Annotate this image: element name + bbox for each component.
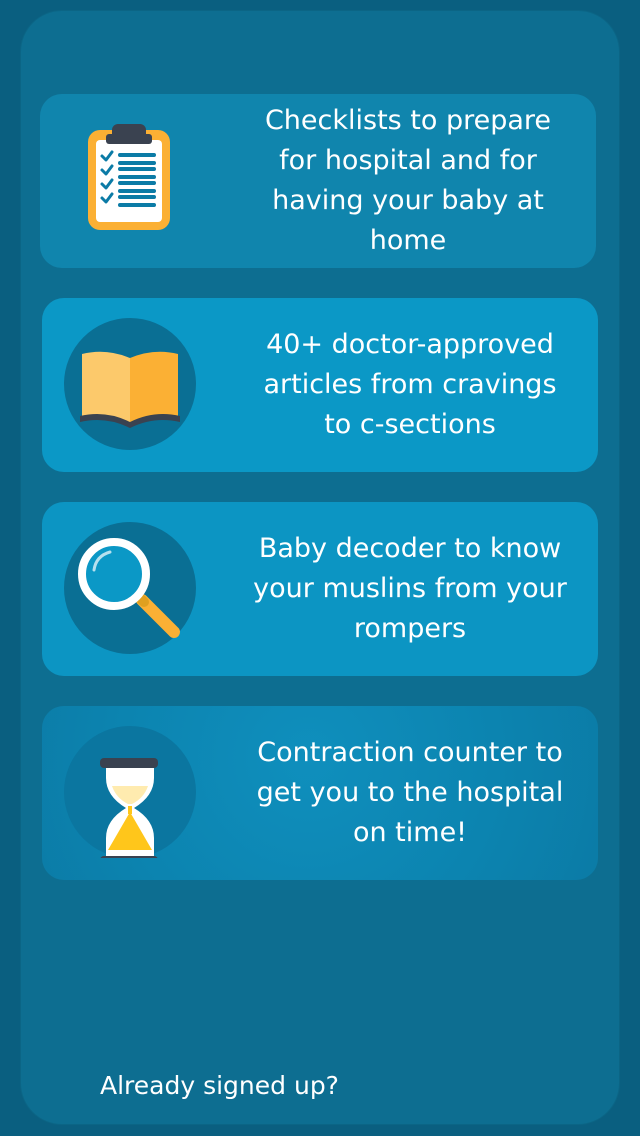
feature-text: Baby decoder to know your muslins from y… (253, 533, 567, 644)
magnifying-glass-icon (64, 522, 196, 654)
open-book-icon (64, 318, 196, 450)
feature-text: Checklists to prepare for hospital and f… (264, 105, 552, 256)
feature-card-contraction-counter: Contraction counter to get you to the ho… (42, 706, 598, 880)
feature-card-articles: 40+ doctor-approved articles from cravin… (42, 298, 598, 472)
hourglass-icon (64, 726, 196, 858)
feature-text: 40+ doctor-approved articles from cravin… (263, 329, 557, 440)
feature-card-checklists: Checklists to prepare for hospital and f… (40, 94, 596, 268)
feature-text: Contraction counter to get you to the ho… (256, 737, 564, 848)
clipboard-checklist-icon (62, 114, 194, 246)
feature-card-baby-decoder: Baby decoder to know your muslins from y… (42, 502, 598, 676)
already-signed-up-link[interactable]: Already signed up? (100, 1068, 339, 1104)
